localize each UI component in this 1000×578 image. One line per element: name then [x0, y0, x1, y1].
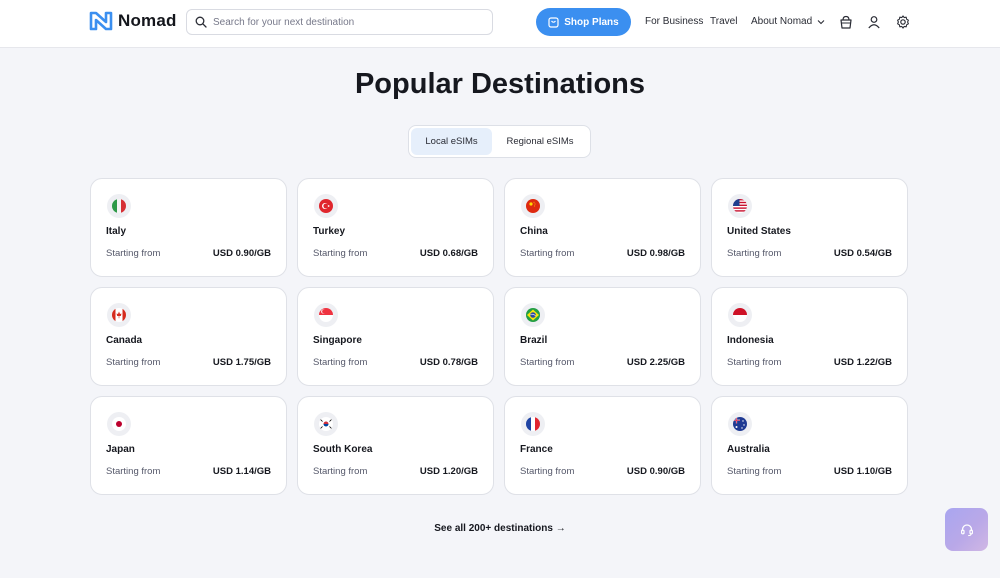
- destination-card-france[interactable]: France Starting from USD 0.90/GB: [504, 396, 701, 495]
- search-icon: [195, 16, 207, 28]
- shop-plans-button[interactable]: Shop Plans: [536, 8, 631, 36]
- price-value: USD 0.68/GB: [419, 248, 478, 259]
- starting-from-label: Starting from: [727, 357, 782, 368]
- country-name: Japan: [106, 444, 135, 455]
- nav-about-nomad[interactable]: About Nomad: [751, 16, 825, 27]
- top-navigation-bar: Nomad Shop Plans For Business Travel Abo…: [0, 0, 1000, 48]
- price-value: USD 0.90/GB: [626, 466, 685, 477]
- destination-card-canada[interactable]: Canada Starting from USD 1.75/GB: [90, 287, 287, 386]
- country-name: Turkey: [313, 226, 346, 237]
- search-bar[interactable]: [186, 9, 493, 35]
- price-value: USD 1.20/GB: [419, 466, 478, 477]
- headset-icon: [960, 523, 973, 536]
- canada-flag-icon: [107, 303, 131, 327]
- price-value: USD 1.10/GB: [833, 466, 892, 477]
- shop-icon: [548, 16, 559, 28]
- support-chat-button[interactable]: [945, 508, 988, 551]
- price-value: USD 0.98/GB: [626, 248, 685, 259]
- australia-flag-icon: [728, 412, 752, 436]
- destination-card-italy[interactable]: Italy Starting from USD 0.90/GB: [90, 178, 287, 277]
- destination-card-united-states[interactable]: United States Starting from USD 0.54/GB: [711, 178, 908, 277]
- destination-card-turkey[interactable]: Turkey Starting from USD 0.68/GB: [297, 178, 494, 277]
- destination-card-china[interactable]: China Starting from USD 0.98/GB: [504, 178, 701, 277]
- country-name: South Korea: [313, 444, 373, 455]
- starting-from-label: Starting from: [727, 466, 782, 477]
- china-flag-icon: [521, 194, 545, 218]
- tab-regional-esims[interactable]: Regional eSIMs: [492, 128, 588, 155]
- tab-local-esims[interactable]: Local eSIMs: [411, 128, 493, 155]
- starting-from-label: Starting from: [313, 466, 368, 477]
- settings-gear-icon[interactable]: [895, 14, 911, 30]
- country-name: Australia: [727, 444, 770, 455]
- price-value: USD 2.25/GB: [626, 357, 685, 368]
- nav-for-business[interactable]: For Business: [645, 16, 703, 27]
- country-name: Indonesia: [727, 335, 774, 346]
- user-account-icon[interactable]: [866, 14, 882, 30]
- brazil-flag-icon: [521, 303, 545, 327]
- country-name: Canada: [106, 335, 143, 346]
- esim-type-tabs: Local eSIMs Regional eSIMs: [408, 125, 591, 158]
- starting-from-label: Starting from: [520, 466, 575, 477]
- starting-from-label: Starting from: [106, 248, 161, 259]
- shopping-bag-icon[interactable]: [838, 14, 854, 30]
- france-flag-icon: [521, 412, 545, 436]
- price-value: USD 0.78/GB: [419, 357, 478, 368]
- nav-about-label: About Nomad: [751, 16, 813, 27]
- country-name: Brazil: [520, 335, 548, 346]
- destination-card-singapore[interactable]: Singapore Starting from USD 0.78/GB: [297, 287, 494, 386]
- turkey-flag-icon: [314, 194, 338, 218]
- starting-from-label: Starting from: [313, 248, 368, 259]
- see-all-destinations-link[interactable]: See all 200+ destinations →: [0, 523, 1000, 534]
- starting-from-label: Starting from: [106, 466, 161, 477]
- country-name: France: [520, 444, 553, 455]
- destination-card-south-korea[interactable]: South Korea Starting from USD 1.20/GB: [297, 396, 494, 495]
- page-title: Popular Destinations: [354, 68, 646, 100]
- italy-flag-icon: [107, 194, 131, 218]
- nomad-logo[interactable]: Nomad: [89, 11, 177, 31]
- us-flag-icon: [728, 194, 752, 218]
- starting-from-label: Starting from: [520, 248, 575, 259]
- starting-from-label: Starting from: [106, 357, 161, 368]
- price-value: USD 1.14/GB: [212, 466, 271, 477]
- country-name: Singapore: [313, 335, 362, 346]
- destination-card-japan[interactable]: Japan Starting from USD 1.14/GB: [90, 396, 287, 495]
- destination-card-australia[interactable]: Australia Starting from USD 1.10/GB: [711, 396, 908, 495]
- brand-name: Nomad: [118, 11, 177, 30]
- destination-card-indonesia[interactable]: Indonesia Starting from USD 1.22/GB: [711, 287, 908, 386]
- nav-travel[interactable]: Travel: [710, 16, 737, 27]
- price-value: USD 1.22/GB: [833, 357, 892, 368]
- nomad-logo-icon: [89, 11, 113, 31]
- shop-plans-label: Shop Plans: [564, 16, 619, 28]
- singapore-flag-icon: [314, 303, 338, 327]
- search-input[interactable]: [213, 16, 483, 28]
- destination-card-brazil[interactable]: Brazil Starting from USD 2.25/GB: [504, 287, 701, 386]
- price-value: USD 1.75/GB: [212, 357, 271, 368]
- price-value: USD 0.90/GB: [212, 248, 271, 259]
- starting-from-label: Starting from: [520, 357, 575, 368]
- japan-flag-icon: [107, 412, 131, 436]
- chevron-down-icon: [817, 19, 825, 24]
- country-name: Italy: [106, 226, 127, 237]
- country-name: United States: [727, 226, 791, 237]
- south-korea-flag-icon: [314, 412, 338, 436]
- starting-from-label: Starting from: [727, 248, 782, 259]
- indonesia-flag-icon: [728, 303, 752, 327]
- starting-from-label: Starting from: [313, 357, 368, 368]
- price-value: USD 0.54/GB: [833, 248, 892, 259]
- country-name: China: [520, 226, 548, 237]
